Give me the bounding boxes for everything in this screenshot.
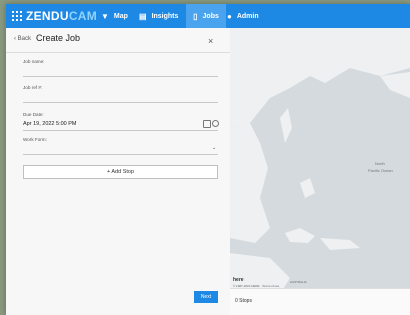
map-pin-icon: ▼ (101, 11, 109, 21)
apps-grid-icon[interactable] (12, 11, 22, 21)
nav-jobs-label: Jobs (202, 12, 219, 20)
ocean-label-1: North (375, 161, 385, 166)
chevron-left-icon: ‹ (14, 36, 16, 42)
clock-icon[interactable] (212, 120, 219, 127)
zenducam-logo[interactable]: ZENDU CAM (12, 9, 97, 23)
ocean-label-2: Pacific Ocean (368, 168, 393, 173)
page-title: Create Job (36, 33, 81, 43)
due-date-label: Due Date: (23, 112, 44, 117)
close-icon[interactable]: × (208, 36, 213, 46)
nav-insights-label: Insights (151, 12, 179, 20)
insights-chart-icon: ▤ (139, 11, 147, 21)
nav-map[interactable]: ▼ Map (101, 4, 128, 28)
app-window: ZENDU CAM ▼ Map ▤ Insights ▯ Jobs ● Admi… (6, 4, 410, 315)
due-date-input[interactable]: Apr 19, 2022 5:00 PM (23, 121, 77, 127)
here-logo: here (233, 277, 244, 283)
calendar-icon[interactable] (203, 120, 211, 128)
logo-sub-text: CAM (68, 9, 98, 23)
job-name-input[interactable] (23, 76, 218, 77)
create-job-panel: ‹ Back Create Job × Job name: Job ref #:… (6, 28, 230, 315)
map-view[interactable]: North Pacific Ocean AUSTRALIA here © 198… (230, 28, 410, 294)
job-name-label: Job name: (23, 59, 45, 64)
job-ref-input[interactable] (23, 102, 218, 103)
document-icon: ▯ (193, 11, 198, 21)
logo-main-text: ZENDU (26, 9, 69, 23)
nav-jobs[interactable]: ▯ Jobs (186, 4, 226, 28)
back-label: Back (17, 36, 32, 42)
user-circle-icon: ● (227, 11, 232, 21)
nav-admin[interactable]: ● Admin (227, 4, 259, 28)
chevron-down-icon[interactable]: ⌄ (212, 145, 216, 151)
work-form-select[interactable] (23, 154, 218, 155)
top-nav-bar: ZENDU CAM ▼ Map ▤ Insights ▯ Jobs ● Admi… (6, 4, 410, 28)
job-ref-label: Job ref #: (23, 85, 43, 90)
stops-summary-bar: 0 Stops (230, 288, 410, 315)
header-divider (6, 52, 230, 53)
stops-count: 0 Stops (235, 298, 252, 304)
country-label: AUSTRALIA (290, 280, 307, 284)
due-date-underline (23, 130, 218, 131)
nav-admin-label: Admin (236, 12, 259, 20)
next-button[interactable]: Next (194, 291, 218, 303)
back-button[interactable]: ‹ Back (14, 36, 31, 42)
work-form-label: Work Form: (23, 137, 47, 142)
nav-insights[interactable]: ▤ Insights (139, 4, 178, 28)
nav-map-label: Map (113, 12, 128, 20)
add-stop-button[interactable]: + Add Stop (23, 165, 218, 179)
